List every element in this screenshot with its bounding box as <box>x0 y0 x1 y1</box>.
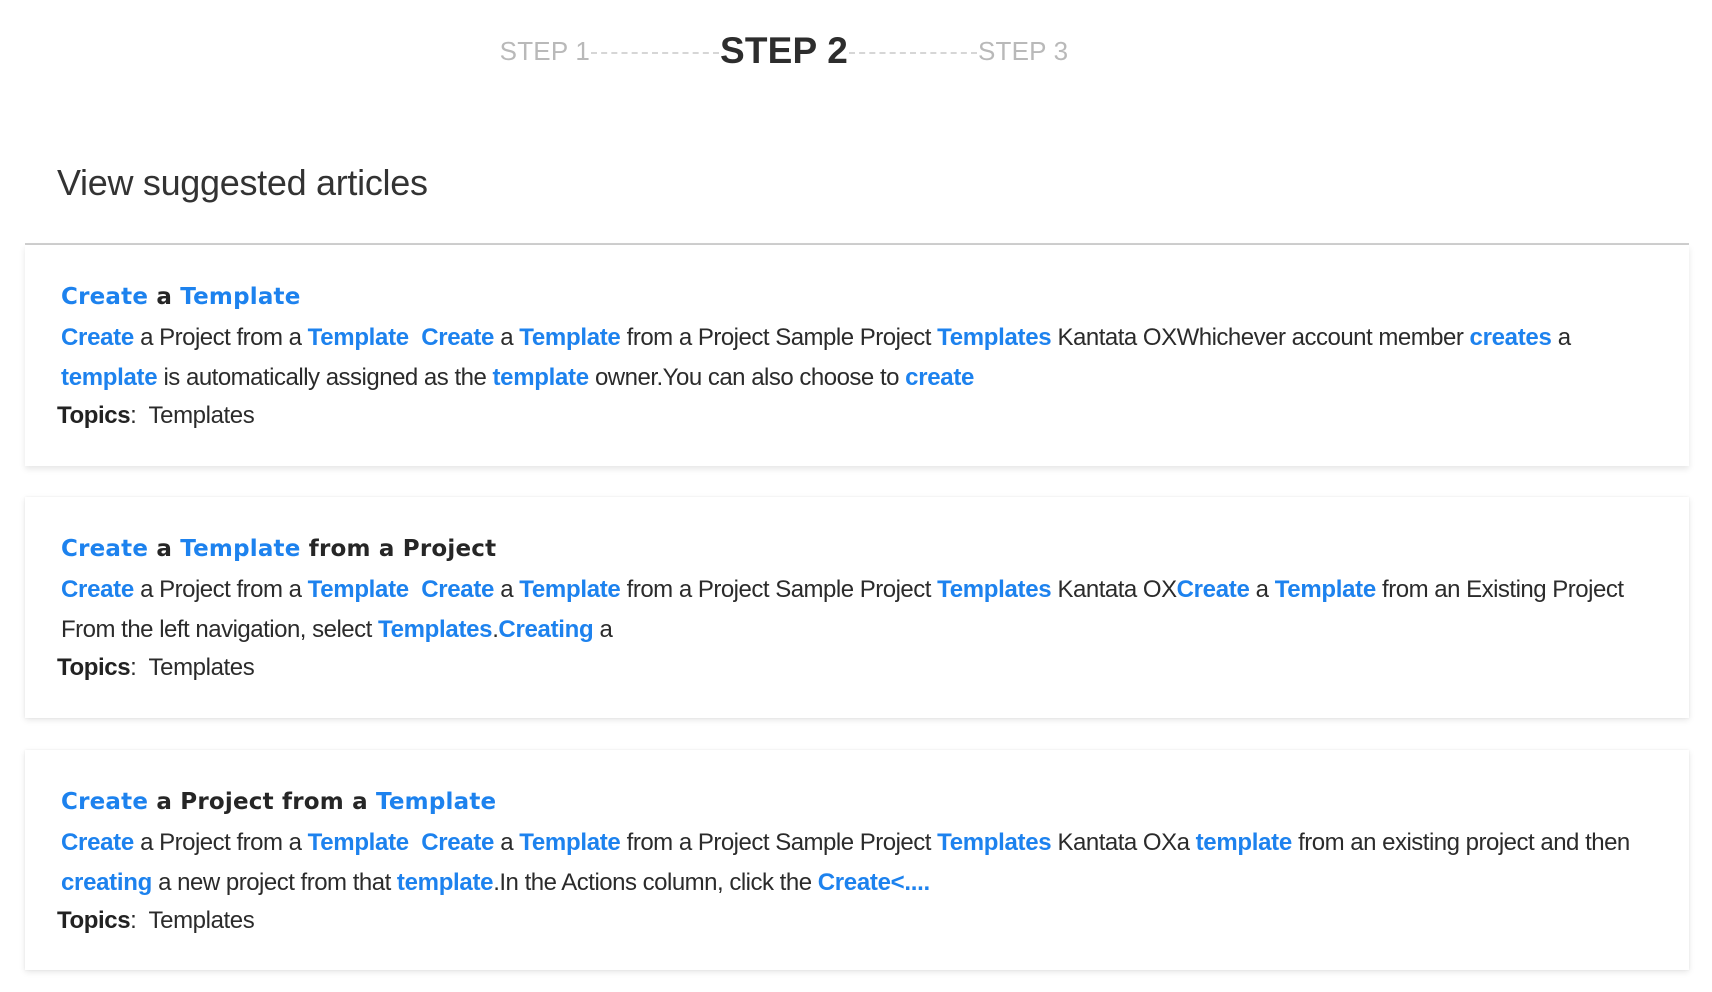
highlighted-term: Create <box>61 576 134 603</box>
highlighted-term: Template <box>376 789 497 815</box>
highlighted-term: template <box>1195 829 1293 856</box>
text-segment: a new project from that <box>151 868 397 896</box>
highlighted-term: template <box>396 868 494 896</box>
highlighted-term: Template <box>180 284 301 310</box>
highlighted-term: Template <box>1274 576 1376 603</box>
highlighted-term: Template <box>307 829 409 856</box>
highlighted-term: Create <box>61 789 149 815</box>
highlighted-term: creating <box>61 868 152 896</box>
article-topics: Topics: Templates <box>57 649 1653 687</box>
step-connector <box>849 52 978 54</box>
highlighted-term: Template <box>519 576 621 603</box>
text-segment: from a Project <box>300 536 497 562</box>
text-segment <box>409 576 421 603</box>
highlighted-term: Template <box>180 536 301 562</box>
text-segment: Kantata OX <box>1051 576 1178 603</box>
highlighted-term: Create <box>61 324 134 351</box>
text-segment: a Project from a <box>133 324 308 351</box>
topics-label: Topics <box>57 907 131 934</box>
text-segment: a <box>148 536 181 562</box>
highlighted-term: Template <box>307 576 409 603</box>
text-segment: from a Project Sample Project <box>620 324 938 351</box>
highlighted-term: Template <box>519 829 621 856</box>
text-segment: a Project from a <box>148 789 377 815</box>
article-title-link[interactable]: Create a Template from a Project <box>61 531 1653 567</box>
highlighted-term: Create <box>421 324 495 351</box>
text-segment: .In the Actions column, click the <box>493 868 818 896</box>
highlighted-term: template <box>492 363 589 391</box>
article-card[interactable]: Create a Template Create a Project from … <box>25 245 1689 466</box>
highlighted-term: Create <box>61 284 149 310</box>
highlighted-term: Templates <box>937 576 1052 603</box>
topics-value: Templates <box>148 907 255 934</box>
highlighted-term: Create <box>421 829 495 856</box>
text-segment: a Project from a <box>133 576 308 603</box>
step-2-current: STEP 2 <box>719 30 849 71</box>
article-topics: Topics: Templates <box>57 397 1653 435</box>
highlighted-term: Create <box>1176 576 1250 603</box>
step-connector <box>590 52 719 54</box>
highlighted-term: Creating <box>498 615 594 643</box>
text-segment: a <box>494 324 520 351</box>
article-topics: Topics: Templates <box>57 902 1653 940</box>
text-segment: a <box>148 284 181 310</box>
text-segment: a Project from a <box>133 829 308 856</box>
text-segment: a <box>494 576 520 603</box>
step-1: STEP 1 <box>499 35 590 66</box>
article-snippet: Create a Project from a Template Create … <box>61 318 1651 397</box>
text-segment: from a Project Sample Project <box>620 829 938 856</box>
step-3: STEP 3 <box>978 35 1069 66</box>
article-snippet: Create a Project from a Template Create … <box>61 570 1651 649</box>
highlighted-term: Templates <box>378 615 493 643</box>
text-segment <box>409 324 421 351</box>
text-segment: owner.You can also choose to <box>588 363 906 391</box>
text-segment: Kantata OXWhichever account member <box>1051 324 1470 351</box>
step-indicator-track: STEP 1 STEP 2 STEP 3 <box>500 30 1069 72</box>
text-segment: a <box>1249 576 1275 603</box>
text-segment: from an existing project and then <box>1291 829 1636 856</box>
topics-label: Topics <box>57 402 131 429</box>
article-card[interactable]: Create a Template from a Project Create … <box>25 497 1689 718</box>
topics-value: Templates <box>148 402 255 429</box>
topics-colon: : <box>130 654 149 681</box>
topics-value: Templates <box>148 654 255 681</box>
highlighted-term: Create <box>61 829 134 856</box>
highlighted-term: Templates <box>937 324 1052 351</box>
highlighted-term: Create <box>421 576 495 603</box>
text-segment: is automatically assigned as the <box>157 363 493 391</box>
step-indicator: STEP 1 STEP 2 STEP 3 <box>0 22 1712 72</box>
topics-colon: : <box>130 402 149 429</box>
article-card[interactable]: Create a Project from a Template Create … <box>25 750 1689 970</box>
text-segment: a <box>593 615 613 643</box>
highlighted-term: Create<.... <box>817 868 930 896</box>
topics-label: Topics <box>57 654 131 681</box>
text-segment <box>409 829 421 856</box>
article-title-link[interactable]: Create a Template <box>61 279 1653 315</box>
text-segment: Kantata OXa <box>1051 829 1196 856</box>
highlighted-term: Create <box>61 536 149 562</box>
article-snippet: Create a Project from a Template Create … <box>61 823 1651 902</box>
text-segment: a <box>1551 324 1577 351</box>
highlighted-term: Template <box>307 324 409 351</box>
topics-colon: : <box>130 907 149 934</box>
text-segment: from a Project Sample Project <box>620 576 938 603</box>
highlighted-term: Template <box>519 324 621 351</box>
highlighted-term: creates <box>1469 324 1552 351</box>
section-title: View suggested articles <box>57 162 428 203</box>
text-segment: a <box>494 829 520 856</box>
article-title-link[interactable]: Create a Project from a Template <box>61 784 1653 820</box>
highlighted-term: create <box>905 363 975 391</box>
highlighted-term: template <box>61 363 158 391</box>
highlighted-term: Templates <box>937 829 1052 856</box>
